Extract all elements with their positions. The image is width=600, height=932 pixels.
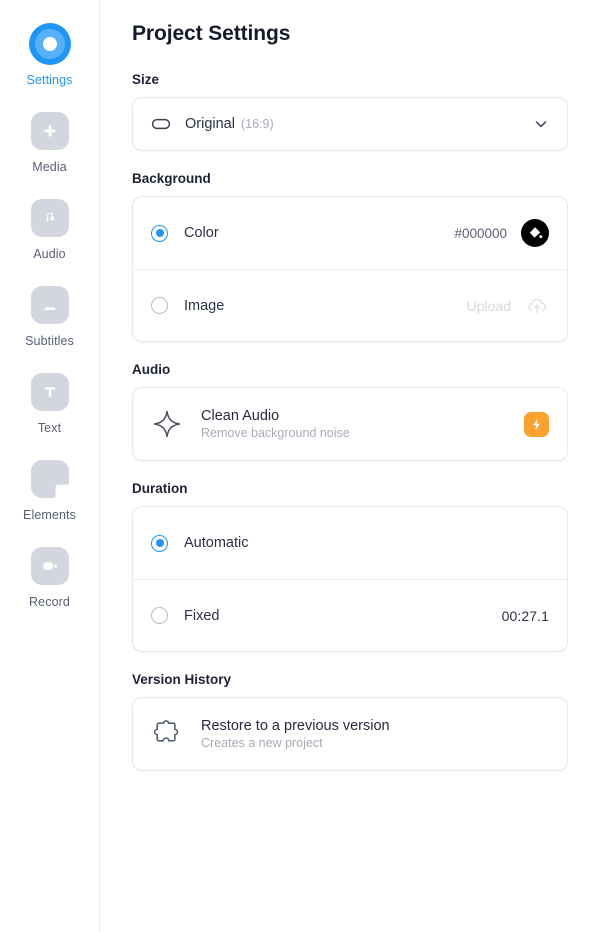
background-image-radio[interactable] — [151, 297, 168, 314]
duration-section-label: Duration — [132, 481, 188, 496]
chevron-down-icon[interactable] — [533, 116, 549, 132]
background-color-value: #000000 — [454, 225, 507, 241]
duration-section: Duration Automatic Fixed 00:27.1 — [132, 481, 568, 652]
clean-audio-row[interactable]: Clean Audio Remove background noise — [133, 388, 567, 460]
sidebar-item-label: Text — [37, 421, 62, 435]
puzzle-piece-icon — [151, 718, 201, 750]
sidebar-item-elements[interactable]: Elements — [0, 457, 100, 522]
clean-audio-subtitle: Remove background noise — [201, 426, 350, 440]
background-color-swatch[interactable] — [521, 219, 549, 247]
main-panel: Project Settings Size Original (16:9) Ba… — [100, 0, 600, 932]
size-card: Original (16:9) — [132, 97, 568, 151]
duration-automatic-row[interactable]: Automatic — [133, 507, 567, 579]
version-history-section: Version History Restore to a previous ve… — [132, 672, 568, 771]
audio-card: Clean Audio Remove background noise — [132, 387, 568, 461]
background-color-row[interactable]: Color #000000 — [133, 197, 567, 269]
background-color-label: Color — [184, 225, 219, 241]
sidebar-item-settings[interactable]: Settings — [0, 22, 100, 87]
background-upload-label[interactable]: Upload — [467, 298, 511, 314]
plus-icon — [28, 109, 72, 153]
sidebar-item-label: Record — [29, 595, 70, 609]
sidebar-item-audio[interactable]: Audio — [0, 196, 100, 261]
sidebar-item-subtitles[interactable]: Subtitles — [0, 283, 100, 348]
restore-version-title: Restore to a previous version — [201, 718, 390, 734]
page-title: Project Settings — [132, 22, 291, 45]
sidebar: Settings Media Audio Subtitles Text Elem… — [0, 0, 100, 932]
duration-fixed-label: Fixed — [184, 607, 220, 624]
text-t-icon — [28, 370, 72, 414]
clean-audio-title: Clean Audio — [201, 408, 280, 424]
background-color-radio[interactable] — [151, 224, 168, 242]
version-history-card: Restore to a previous version Creates a … — [132, 697, 568, 771]
sidebar-item-label: Audio — [33, 247, 66, 261]
sidebar-item-label: Elements — [23, 508, 76, 522]
audio-section-label: Audio — [132, 362, 171, 377]
lightning-bolt-icon — [533, 418, 540, 430]
video-camera-icon — [28, 544, 72, 588]
subtitles-icon — [28, 283, 72, 327]
sidebar-item-record[interactable]: Record — [0, 544, 100, 609]
size-dropdown[interactable]: Original (16:9) — [133, 98, 567, 150]
sparkle-icon — [151, 408, 201, 440]
background-card: Color #000000 Image Upload — [132, 196, 568, 342]
sidebar-item-media[interactable]: Media — [0, 109, 100, 174]
duration-automatic-label: Automatic — [184, 535, 249, 551]
duration-automatic-radio[interactable] — [151, 534, 168, 552]
duration-fixed-row[interactable]: Fixed 00:27.1 — [133, 579, 567, 651]
size-ratio: (16:9) — [240, 117, 274, 131]
app-root: Settings Media Audio Subtitles Text Elem… — [0, 0, 600, 932]
background-section: Background Color #000000 Image Upload — [132, 171, 568, 342]
background-image-label: Image — [184, 297, 225, 314]
duration-fixed-radio[interactable] — [151, 607, 168, 624]
duration-fixed-value[interactable]: 00:27.1 — [502, 608, 549, 624]
clean-audio-upgrade-badge[interactable] — [524, 411, 549, 437]
sidebar-item-label: Settings — [26, 73, 73, 87]
music-note-icon — [28, 196, 72, 240]
aspect-ratio-icon — [151, 114, 185, 134]
restore-version-row[interactable]: Restore to a previous version Creates a … — [133, 698, 567, 770]
restore-version-subtitle: Creates a new project — [201, 736, 323, 750]
cloud-upload-icon[interactable] — [525, 294, 549, 318]
paint-bucket-icon — [529, 226, 542, 238]
sidebar-item-label: Subtitles — [25, 334, 74, 348]
background-section-label: Background — [132, 171, 211, 186]
sidebar-item-label: Media — [32, 160, 67, 174]
sidebar-item-text[interactable]: Text — [0, 370, 100, 435]
audio-section: Audio Clean Audio Remove background nois… — [132, 362, 568, 461]
size-section: Size Original (16:9) — [132, 72, 568, 151]
size-section-label: Size — [132, 72, 160, 87]
elements-shape-icon — [28, 457, 72, 501]
duration-card: Automatic Fixed 00:27.1 — [132, 506, 568, 652]
size-value: Original — [185, 116, 235, 132]
version-history-section-label: Version History — [132, 672, 232, 687]
background-image-row[interactable]: Image Upload — [133, 269, 567, 341]
settings-target-icon — [28, 22, 72, 66]
